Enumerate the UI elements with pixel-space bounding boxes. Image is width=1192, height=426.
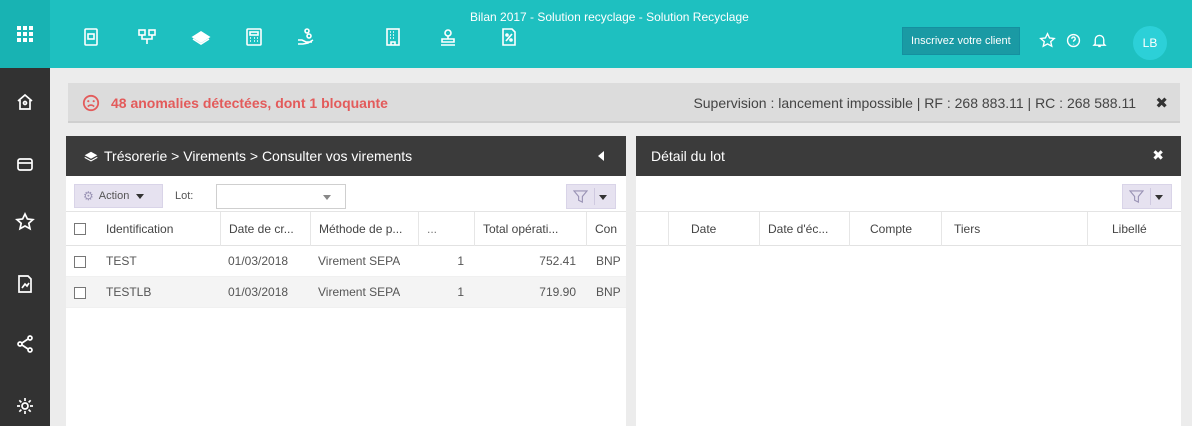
column-header-methode-paiement[interactable]: Méthode de p...: [310, 212, 418, 246]
chart-doc-icon[interactable]: [13, 272, 37, 296]
sidebar: [0, 68, 50, 426]
virements-toolbar: ⚙ Action Lot:: [66, 176, 626, 212]
app-title: Bilan 2017 - Solution recyclage - Soluti…: [470, 10, 749, 24]
column-header-date[interactable]: Date: [668, 212, 759, 246]
building-icon[interactable]: [382, 26, 404, 48]
gears-icon: ⚙: [83, 189, 94, 203]
action-dropdown-button[interactable]: ⚙ Action: [74, 184, 163, 208]
row-checkbox[interactable]: [74, 287, 86, 299]
cell-identification: TEST: [106, 254, 137, 268]
filter-icon: [1129, 190, 1144, 204]
cell-count: 1: [457, 285, 464, 299]
filter-button[interactable]: [1122, 184, 1172, 209]
lot-detail-header: Détail du lot ✖: [636, 136, 1181, 176]
column-header-identification[interactable]: Identification: [98, 212, 220, 246]
filter-icon: [573, 190, 588, 204]
sad-face-icon: [82, 94, 100, 112]
cell-date: 01/03/2018: [228, 254, 289, 268]
lot-select[interactable]: [216, 184, 346, 209]
table-row[interactable]: TEST 01/03/2018 Virement SEPA 1 752.41 B…: [66, 246, 626, 277]
notifications-bell-icon[interactable]: [1090, 31, 1108, 49]
column-header-tiers[interactable]: Tiers: [941, 212, 1087, 246]
user-avatar[interactable]: LB: [1133, 26, 1167, 60]
virements-table-header: Identification Date de cr... Méthode de …: [66, 212, 626, 246]
apps-grid-icon: [17, 26, 33, 42]
cell-date: 01/03/2018: [228, 285, 289, 299]
lot-detail-title: Détail du lot: [651, 148, 725, 164]
coins-icon: [84, 151, 98, 162]
column-header-date-echeance[interactable]: Date d'éc...: [759, 212, 849, 246]
row-checkbox[interactable]: [74, 256, 86, 268]
anomalies-alert-bar: 48 anomalies détectées, dont 1 bloquante…: [68, 83, 1180, 123]
action-label: Action: [98, 190, 130, 202]
lot-detail-table-header: Date Date d'éc... Compte Tiers Libellé: [636, 212, 1181, 246]
settings-icon[interactable]: [13, 394, 37, 418]
percent-doc-icon[interactable]: [498, 26, 520, 48]
cell-method: Virement SEPA: [318, 285, 401, 299]
org-chart-icon[interactable]: [136, 26, 158, 48]
close-icon[interactable]: ✖: [1152, 147, 1164, 164]
cell-identification: TESTLB: [106, 285, 152, 299]
column-header-compte[interactable]: Compte: [849, 212, 941, 246]
lot-detail-toolbar: [636, 176, 1181, 212]
column-header-compte[interactable]: Con: [586, 212, 626, 246]
breadcrumb: Trésorerie > Virements > Consulter vos v…: [104, 148, 413, 164]
select-all-checkbox[interactable]: [74, 223, 86, 235]
favorite-star-icon[interactable]: [1038, 31, 1056, 49]
cell-compte: BNP: [596, 285, 621, 299]
column-header-count[interactable]: ...: [418, 212, 474, 246]
cell-count: 1: [457, 254, 464, 268]
table-row[interactable]: TESTLB 01/03/2018 Virement SEPA 1 719.90…: [66, 277, 626, 308]
cards-icon[interactable]: [13, 152, 37, 176]
user-stamp-icon[interactable]: [437, 26, 459, 48]
supervision-status: Supervision : lancement impossible | RF …: [693, 95, 1136, 111]
collapse-panel-icon[interactable]: [598, 151, 604, 161]
virements-panel: Trésorerie > Virements > Consulter vos v…: [66, 136, 626, 426]
filter-button[interactable]: [566, 184, 616, 209]
cell-compte: BNP: [596, 254, 621, 268]
lot-label: Lot:: [175, 190, 194, 202]
register-client-button[interactable]: Inscrivez votre client: [902, 27, 1020, 55]
hand-coins-icon[interactable]: [295, 26, 317, 48]
coins-icon[interactable]: [190, 26, 212, 48]
top-bar: Bilan 2017 - Solution recyclage - Soluti…: [0, 0, 1192, 68]
chevron-down-icon: [599, 195, 607, 200]
help-icon[interactable]: [1064, 31, 1082, 49]
column-header-total-operations[interactable]: Total opérati...: [474, 212, 586, 246]
share-icon[interactable]: [13, 332, 37, 356]
cell-method: Virement SEPA: [318, 254, 401, 268]
virements-panel-header: Trésorerie > Virements > Consulter vos v…: [66, 136, 626, 176]
document-icon[interactable]: [80, 26, 102, 48]
chevron-down-icon: [136, 193, 145, 199]
anomalies-message[interactable]: 48 anomalies détectées, dont 1 bloquante: [111, 95, 388, 111]
calculator-icon[interactable]: [243, 26, 265, 48]
star-icon[interactable]: [13, 210, 37, 234]
home-icon[interactable]: [13, 90, 37, 114]
column-header-libelle[interactable]: Libellé: [1087, 212, 1181, 246]
lot-detail-panel: Détail du lot ✖ Date Date d'éc... Compte…: [636, 136, 1181, 426]
cell-total: 719.90: [539, 285, 576, 299]
close-alert-icon[interactable]: ✖: [1155, 94, 1168, 112]
chevron-down-icon: [323, 195, 331, 200]
chevron-down-icon: [1155, 195, 1163, 200]
cell-total: 752.41: [539, 254, 576, 268]
apps-menu-button[interactable]: [0, 0, 50, 68]
column-header-date-creation[interactable]: Date de cr...: [220, 212, 310, 246]
